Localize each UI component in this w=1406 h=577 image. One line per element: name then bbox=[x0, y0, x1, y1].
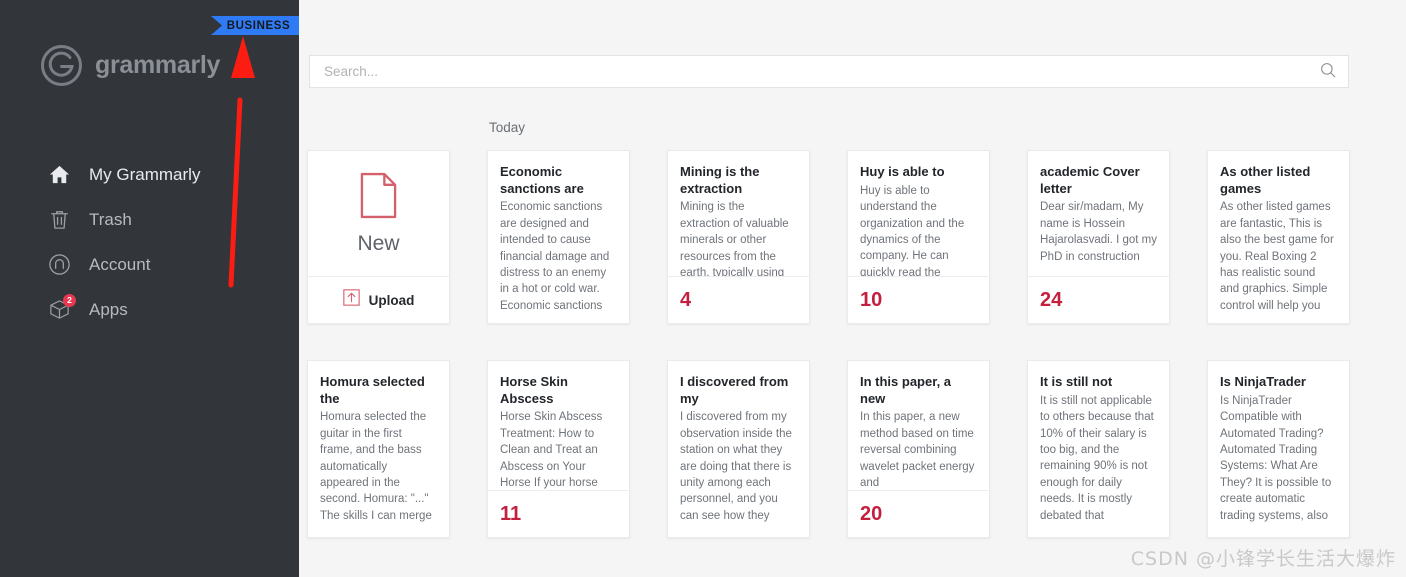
document-card-snippet: Homura selected the guitar in the first … bbox=[320, 411, 432, 522]
sidebar-item-my-grammarly[interactable]: My Grammarly bbox=[0, 152, 299, 197]
document-card[interactable]: Economic sanctions are Economic sanction… bbox=[487, 150, 630, 324]
document-card-body: Huy is able to Huy is able to understand… bbox=[848, 151, 989, 276]
document-card-body: I discovered from my I discovered from m… bbox=[668, 361, 809, 537]
document-card-body: Economic sanctions are Economic sanction… bbox=[488, 151, 629, 323]
document-card-title: It is still not bbox=[1040, 374, 1113, 389]
document-card[interactable]: It is still not It is still not applicab… bbox=[1027, 360, 1170, 538]
home-icon bbox=[47, 162, 72, 187]
sidebar-nav: My Grammarly Trash Account 2 Apps bbox=[0, 152, 299, 332]
document-card-title: In this paper, a new bbox=[860, 374, 952, 406]
document-card-body: academic Cover letter Dear sir/madam, My… bbox=[1028, 151, 1169, 276]
brand-name: grammarly bbox=[95, 51, 221, 79]
document-card-footer: 20 bbox=[848, 490, 989, 537]
sidebar-item-account[interactable]: Account bbox=[0, 242, 299, 287]
sidebar-item-label: Account bbox=[89, 254, 151, 274]
business-plan-badge[interactable]: BUSINESS bbox=[211, 16, 299, 35]
document-card[interactable]: Is NinjaTrader Is NinjaTrader Compatible… bbox=[1207, 360, 1350, 538]
apps-badge-count: 2 bbox=[63, 294, 76, 307]
document-card-title: As other listed games bbox=[1220, 164, 1311, 196]
grammarly-app-window: BUSINESS grammarly My Grammarly Trash Ac… bbox=[0, 0, 1406, 577]
documents-grid: New Upload Economic sanctions are Econom… bbox=[307, 150, 1397, 538]
search-icon bbox=[1319, 61, 1337, 82]
document-card[interactable]: academic Cover letter Dear sir/madam, My… bbox=[1027, 150, 1170, 324]
document-card-title: Huy is able to bbox=[860, 164, 945, 179]
document-card-snippet: Huy is able to understand the organizati… bbox=[860, 184, 965, 276]
document-card-count: 11 bbox=[500, 502, 522, 525]
document-card[interactable]: Mining is the extraction Mining is the e… bbox=[667, 150, 810, 324]
document-card[interactable]: I discovered from my I discovered from m… bbox=[667, 360, 810, 538]
document-card[interactable]: Huy is able to Huy is able to understand… bbox=[847, 150, 990, 324]
document-card-title: Homura selected the bbox=[320, 374, 425, 406]
document-card-snippet: Dear sir/madam, My name is Hossein Hajar… bbox=[1040, 201, 1157, 263]
document-card-count: 10 bbox=[860, 288, 883, 311]
document-card-title: Is NinjaTrader bbox=[1220, 374, 1306, 389]
search-button[interactable] bbox=[1308, 55, 1348, 88]
search-input[interactable] bbox=[310, 64, 1308, 79]
upload-button[interactable]: Upload bbox=[308, 276, 449, 323]
search-bar[interactable] bbox=[309, 55, 1349, 88]
document-card-footer: 4 bbox=[668, 276, 809, 323]
document-card-title: Horse Skin Abscess bbox=[500, 374, 568, 406]
grammarly-g-logo-icon bbox=[41, 45, 82, 86]
document-card-body: Homura selected the Homura selected the … bbox=[308, 361, 449, 537]
document-card[interactable]: Horse Skin Abscess Horse Skin Abscess Tr… bbox=[487, 360, 630, 538]
document-card-body: Horse Skin Abscess Horse Skin Abscess Tr… bbox=[488, 361, 629, 490]
document-card-count: 20 bbox=[860, 502, 883, 525]
document-card-footer: 24 bbox=[1028, 276, 1169, 323]
document-card[interactable]: Homura selected the Homura selected the … bbox=[307, 360, 450, 538]
sidebar-item-label: My Grammarly bbox=[89, 164, 201, 184]
sidebar-item-label: Trash bbox=[89, 209, 132, 229]
trash-icon bbox=[47, 207, 72, 232]
document-card-title: Mining is the extraction bbox=[680, 164, 760, 196]
document-card-snippet: Economic sanctions are designed and inte… bbox=[500, 201, 610, 312]
document-card-count: 4 bbox=[680, 288, 692, 311]
document-card-snippet: Mining is the extraction of valuable min… bbox=[680, 201, 789, 276]
document-card-snippet: Is NinjaTrader Compatible with Automated… bbox=[1220, 394, 1332, 522]
document-card-snippet: I discovered from my observation inside … bbox=[680, 411, 792, 522]
document-card[interactable]: As other listed games As other listed ga… bbox=[1207, 150, 1350, 324]
document-card-body: Mining is the extraction Mining is the e… bbox=[668, 151, 809, 276]
document-card-body: As other listed games As other listed ga… bbox=[1208, 151, 1349, 323]
document-card-title: academic Cover letter bbox=[1040, 164, 1140, 196]
document-card-title: I discovered from my bbox=[680, 374, 789, 406]
document-card-snippet: In this paper, a new method based on tim… bbox=[860, 411, 975, 489]
new-document-label: New bbox=[357, 231, 400, 255]
apps-cube-icon: 2 bbox=[47, 294, 76, 322]
document-card-title: Economic sanctions are bbox=[500, 164, 584, 196]
account-icon bbox=[47, 252, 72, 277]
section-label-today: Today bbox=[489, 120, 526, 135]
document-card-body: In this paper, a new In this paper, a ne… bbox=[848, 361, 989, 490]
watermark: CSDN @小锋学长生活大爆炸 bbox=[1130, 548, 1396, 570]
new-document-button[interactable]: New bbox=[308, 151, 449, 276]
document-card-snippet: As other listed games are fantastic, Thi… bbox=[1220, 201, 1334, 312]
sidebar-item-label: Apps bbox=[89, 299, 128, 319]
document-card-body: It is still not It is still not applicab… bbox=[1028, 361, 1169, 537]
business-plan-badge-label: BUSINESS bbox=[226, 19, 291, 32]
document-card[interactable]: In this paper, a new In this paper, a ne… bbox=[847, 360, 990, 538]
document-card-footer: 11 bbox=[488, 490, 629, 537]
brand-logo[interactable]: grammarly bbox=[41, 45, 220, 86]
sidebar: BUSINESS grammarly My Grammarly Trash Ac… bbox=[0, 0, 299, 577]
document-card-snippet: Horse Skin Abscess Treatment: How to Cle… bbox=[500, 411, 603, 489]
new-document-card: New Upload bbox=[307, 150, 450, 324]
main-content: Today New bbox=[299, 0, 1406, 577]
document-card-body: Is NinjaTrader Is NinjaTrader Compatible… bbox=[1208, 361, 1349, 537]
upload-label: Upload bbox=[368, 292, 415, 308]
new-document-icon bbox=[359, 172, 398, 224]
sidebar-item-apps[interactable]: 2 Apps bbox=[0, 287, 299, 332]
document-card-footer: 10 bbox=[848, 276, 989, 323]
upload-arrow-icon bbox=[342, 289, 360, 311]
sidebar-item-trash[interactable]: Trash bbox=[0, 197, 299, 242]
document-card-count: 24 bbox=[1040, 288, 1063, 311]
document-card-snippet: It is still not applicable to others bec… bbox=[1040, 394, 1154, 522]
